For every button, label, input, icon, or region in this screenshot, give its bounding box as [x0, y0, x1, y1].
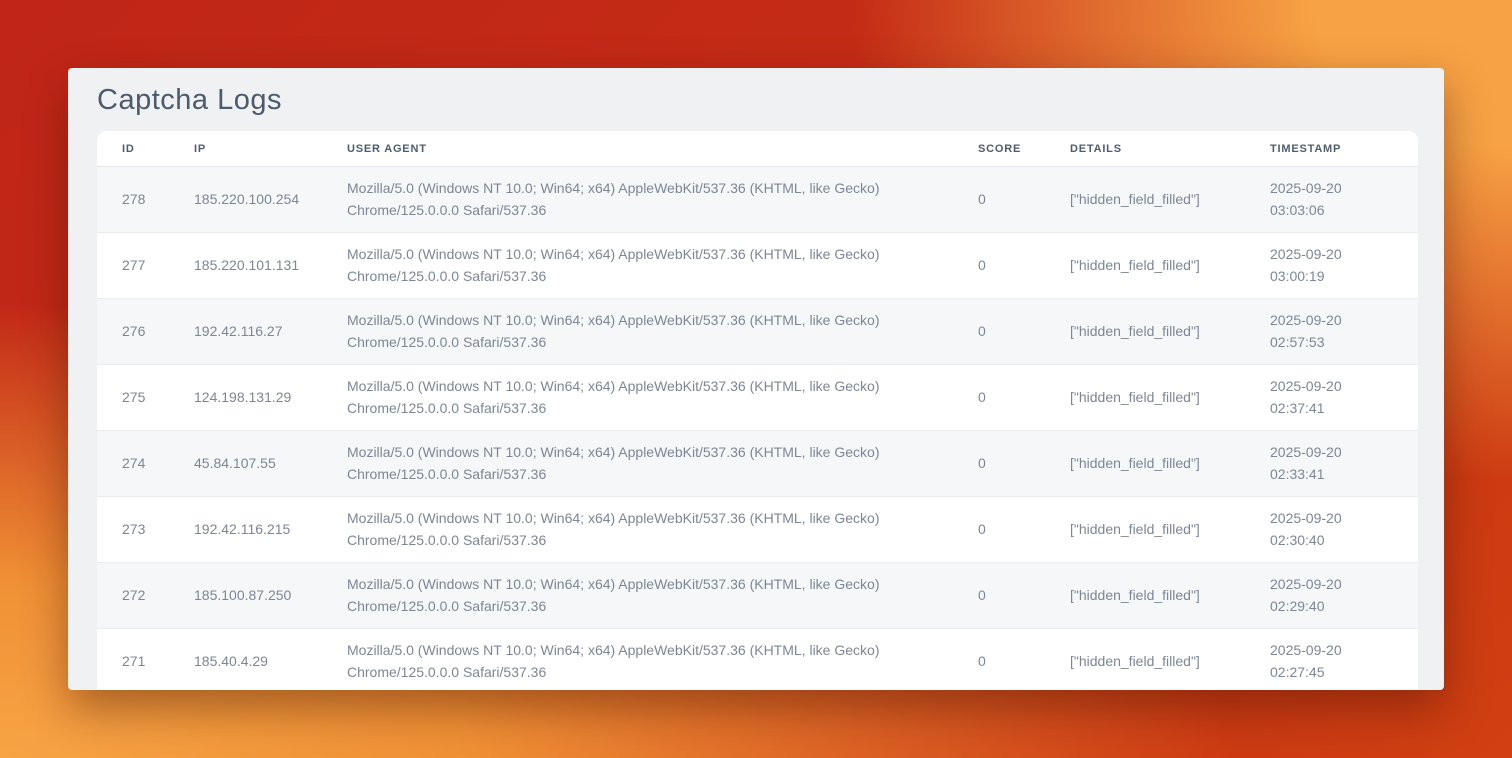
cell-score: 0 — [953, 167, 1045, 233]
table-header-row: IDIPUSER AGENTSCOREDETAILSTIMESTAMP — [97, 131, 1418, 167]
cell-ip: 45.84.107.55 — [169, 431, 322, 497]
cell-ip: 185.100.87.250 — [169, 563, 322, 629]
cell-id: 273 — [97, 497, 169, 563]
cell-details: ["hidden_field_filled"] — [1045, 365, 1245, 431]
table-row: 273192.42.116.215Mozilla/5.0 (Windows NT… — [97, 497, 1418, 563]
cell-timestamp: 2025-09-20 02:29:40 — [1245, 563, 1418, 629]
cell-details: ["hidden_field_filled"] — [1045, 167, 1245, 233]
page-title: Captcha Logs — [97, 84, 1444, 117]
cell-user_agent: Mozilla/5.0 (Windows NT 10.0; Win64; x64… — [322, 563, 953, 629]
cell-score: 0 — [953, 431, 1045, 497]
cell-timestamp: 2025-09-20 02:33:41 — [1245, 431, 1418, 497]
cell-id: 274 — [97, 431, 169, 497]
column-header-id: ID — [97, 131, 169, 167]
cell-details: ["hidden_field_filled"] — [1045, 431, 1245, 497]
cell-timestamp: 2025-09-20 02:57:53 — [1245, 299, 1418, 365]
cell-user_agent: Mozilla/5.0 (Windows NT 10.0; Win64; x64… — [322, 629, 953, 691]
cell-user_agent: Mozilla/5.0 (Windows NT 10.0; Win64; x64… — [322, 497, 953, 563]
cell-details: ["hidden_field_filled"] — [1045, 629, 1245, 691]
cell-user_agent: Mozilla/5.0 (Windows NT 10.0; Win64; x64… — [322, 365, 953, 431]
cell-timestamp: 2025-09-20 03:00:19 — [1245, 233, 1418, 299]
cell-details: ["hidden_field_filled"] — [1045, 299, 1245, 365]
cell-timestamp: 2025-09-20 02:27:45 — [1245, 629, 1418, 691]
logs-table-container: IDIPUSER AGENTSCOREDETAILSTIMESTAMP 2781… — [97, 131, 1418, 690]
cell-id: 278 — [97, 167, 169, 233]
cell-ip: 185.220.101.131 — [169, 233, 322, 299]
column-header-score: SCORE — [953, 131, 1045, 167]
cell-user_agent: Mozilla/5.0 (Windows NT 10.0; Win64; x64… — [322, 167, 953, 233]
cell-user_agent: Mozilla/5.0 (Windows NT 10.0; Win64; x64… — [322, 233, 953, 299]
cell-user_agent: Mozilla/5.0 (Windows NT 10.0; Win64; x64… — [322, 299, 953, 365]
cell-score: 0 — [953, 629, 1045, 691]
cell-score: 0 — [953, 497, 1045, 563]
table-row: 276192.42.116.27Mozilla/5.0 (Windows NT … — [97, 299, 1418, 365]
cell-score: 0 — [953, 365, 1045, 431]
cell-ip: 192.42.116.215 — [169, 497, 322, 563]
cell-id: 277 — [97, 233, 169, 299]
table-body: 278185.220.100.254Mozilla/5.0 (Windows N… — [97, 167, 1418, 691]
table-row: 27445.84.107.55Mozilla/5.0 (Windows NT 1… — [97, 431, 1418, 497]
column-header-timestamp: TIMESTAMP — [1245, 131, 1418, 167]
cell-ip: 185.40.4.29 — [169, 629, 322, 691]
column-header-ip: IP — [169, 131, 322, 167]
captcha-logs-card: Captcha Logs IDIPUSER AGENTSCOREDETAILST… — [68, 68, 1444, 690]
cell-timestamp: 2025-09-20 02:37:41 — [1245, 365, 1418, 431]
column-header-user_agent: USER AGENT — [322, 131, 953, 167]
cell-details: ["hidden_field_filled"] — [1045, 497, 1245, 563]
cell-id: 275 — [97, 365, 169, 431]
cell-details: ["hidden_field_filled"] — [1045, 563, 1245, 629]
cell-ip: 192.42.116.27 — [169, 299, 322, 365]
cell-id: 272 — [97, 563, 169, 629]
table-row: 278185.220.100.254Mozilla/5.0 (Windows N… — [97, 167, 1418, 233]
table-row: 271185.40.4.29Mozilla/5.0 (Windows NT 10… — [97, 629, 1418, 691]
table-row: 277185.220.101.131Mozilla/5.0 (Windows N… — [97, 233, 1418, 299]
cell-ip: 185.220.100.254 — [169, 167, 322, 233]
cell-score: 0 — [953, 563, 1045, 629]
cell-timestamp: 2025-09-20 03:03:06 — [1245, 167, 1418, 233]
table-row: 275124.198.131.29Mozilla/5.0 (Windows NT… — [97, 365, 1418, 431]
table-row: 272185.100.87.250Mozilla/5.0 (Windows NT… — [97, 563, 1418, 629]
cell-timestamp: 2025-09-20 02:30:40 — [1245, 497, 1418, 563]
cell-score: 0 — [953, 233, 1045, 299]
column-header-details: DETAILS — [1045, 131, 1245, 167]
cell-user_agent: Mozilla/5.0 (Windows NT 10.0; Win64; x64… — [322, 431, 953, 497]
cell-id: 271 — [97, 629, 169, 691]
cell-details: ["hidden_field_filled"] — [1045, 233, 1245, 299]
captcha-logs-table: IDIPUSER AGENTSCOREDETAILSTIMESTAMP 2781… — [97, 131, 1418, 690]
cell-id: 276 — [97, 299, 169, 365]
cell-score: 0 — [953, 299, 1045, 365]
cell-ip: 124.198.131.29 — [169, 365, 322, 431]
